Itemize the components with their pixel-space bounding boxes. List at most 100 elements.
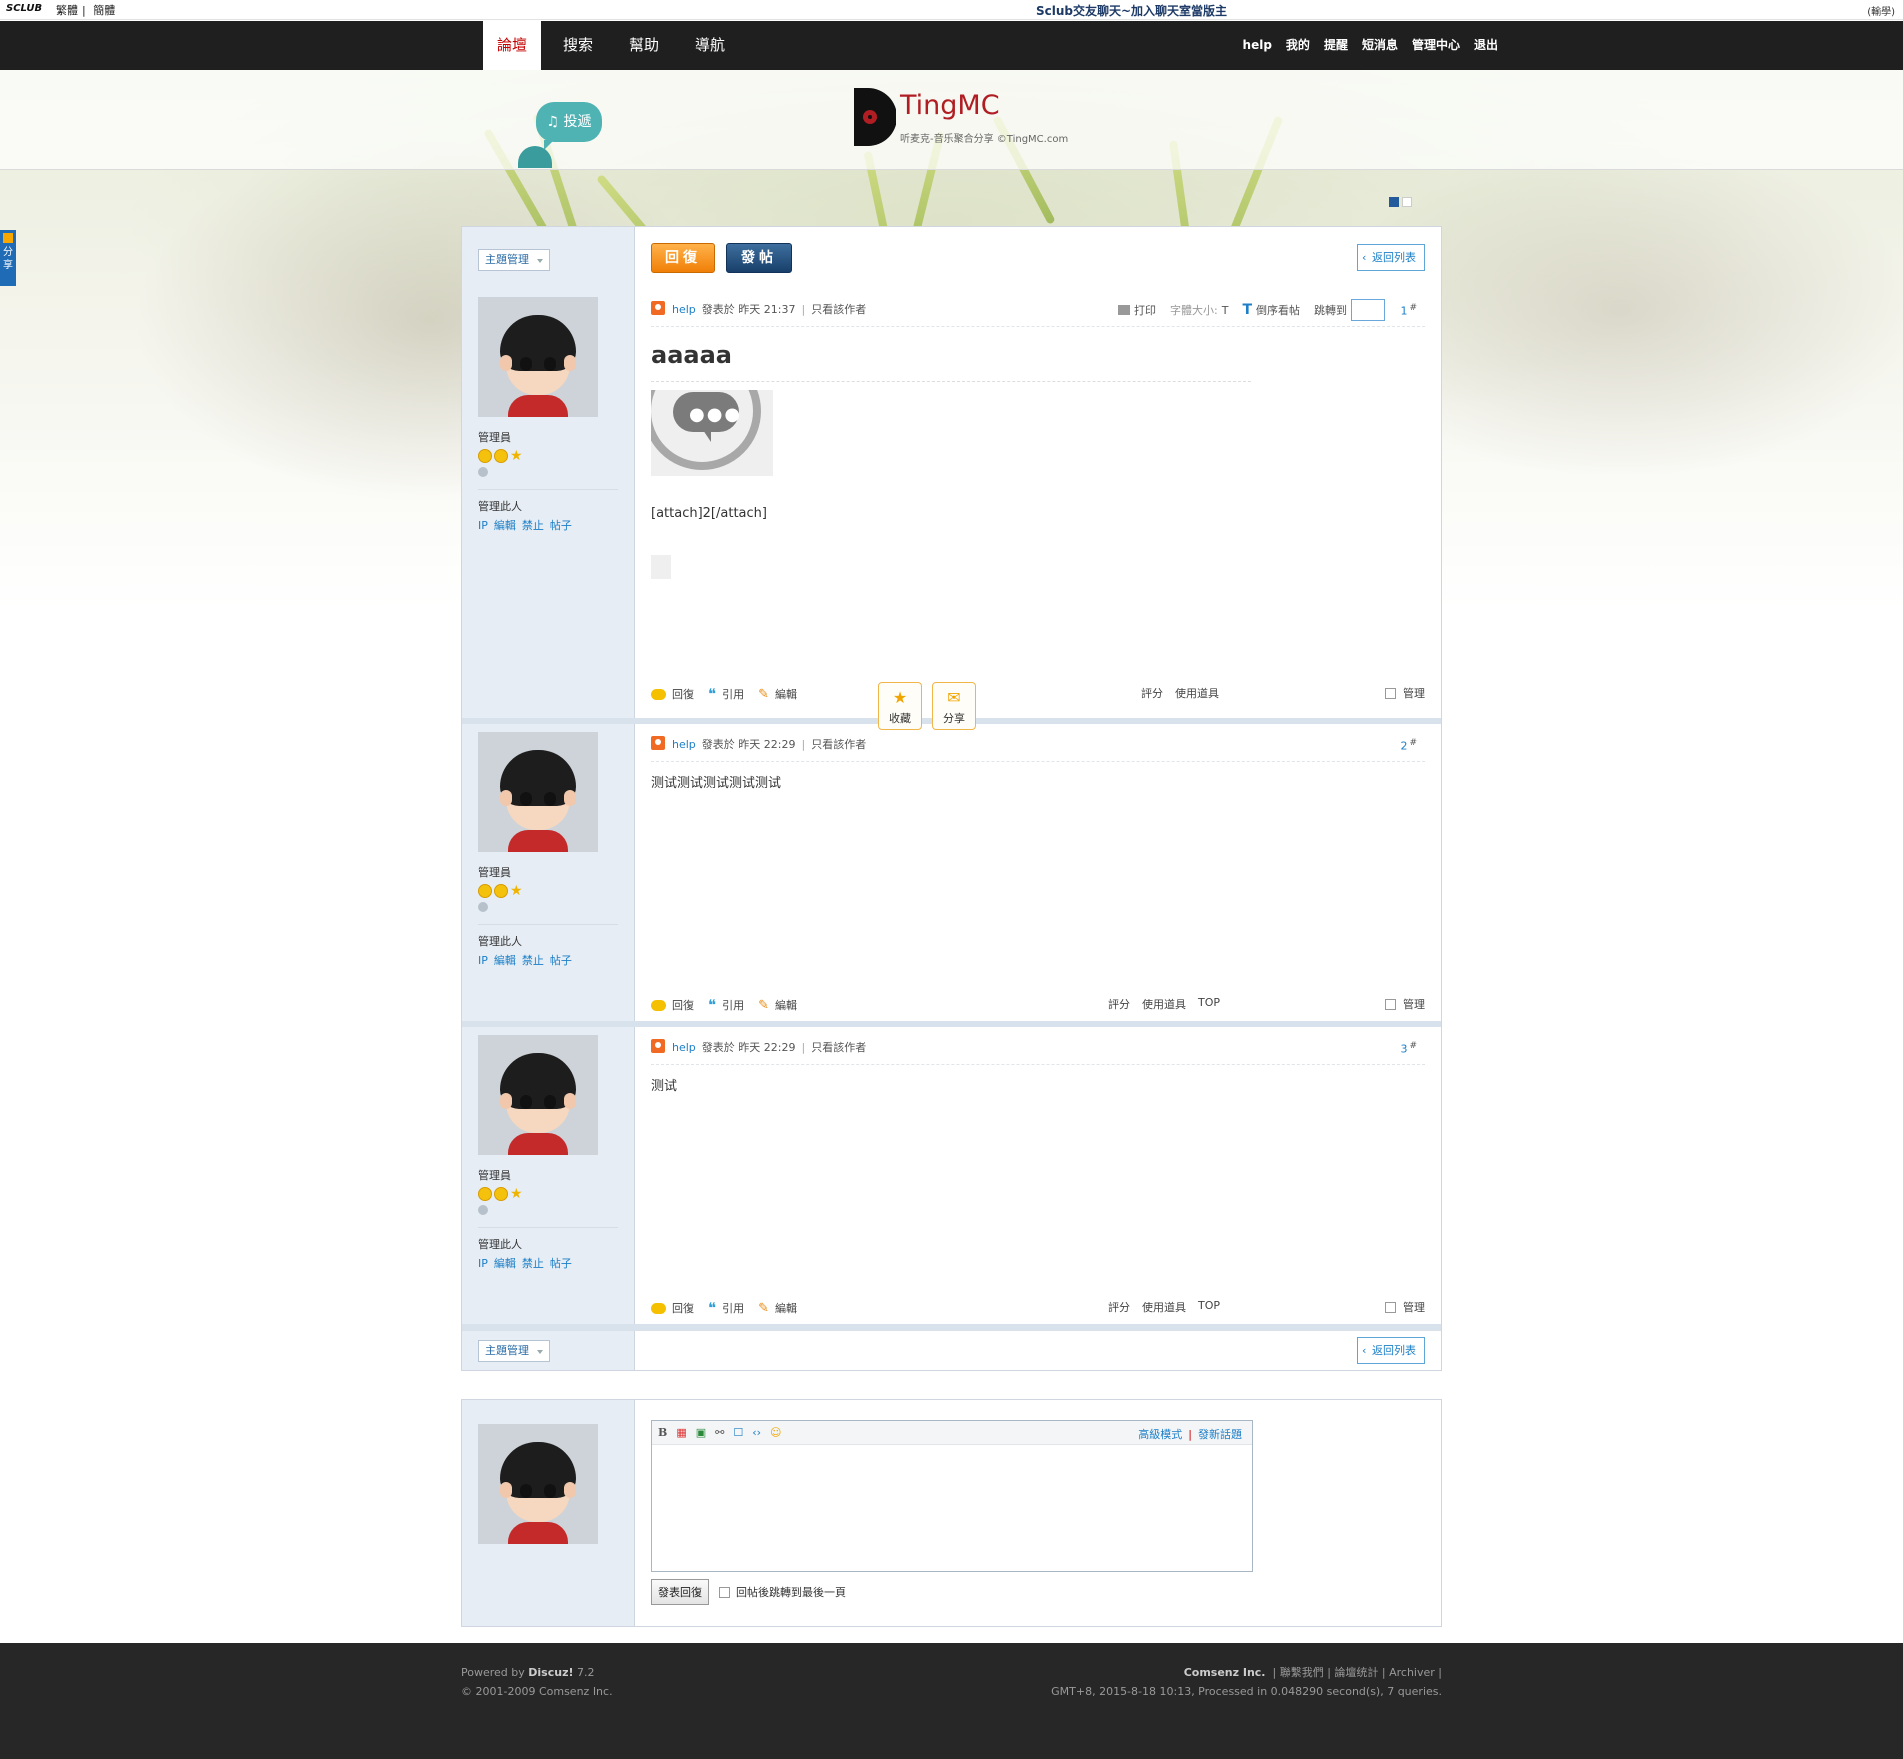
manage-posts-link[interactable]: 帖子: [550, 1257, 572, 1270]
post-floor[interactable]: 1 #: [1400, 303, 1417, 318]
thread-container: 主題管理 回復 發帖 返回列表 管理員 ★ 管理此人 IP編輯禁止: [461, 226, 1442, 1371]
company-link[interactable]: Comsenz Inc.: [1184, 1666, 1266, 1679]
font-size-toggle[interactable]: T: [1222, 304, 1229, 317]
only-author-link[interactable]: 只看該作者: [811, 738, 866, 751]
bold-icon[interactable]: B: [658, 1426, 667, 1439]
quote-box-icon[interactable]: ☐: [733, 1426, 743, 1439]
new-post-button[interactable]: 發帖: [726, 243, 792, 273]
sclub-logo[interactable]: SCLUB: [6, 3, 42, 14]
post-reply-link[interactable]: 回復: [651, 997, 694, 1013]
manage-ban-link[interactable]: 禁止: [522, 1257, 544, 1270]
back-to-list-button-bottom[interactable]: 返回列表: [1357, 1337, 1425, 1364]
post-floor[interactable]: 2 #: [1400, 738, 1417, 753]
manage-ip-link[interactable]: IP: [478, 519, 488, 532]
manage-user-links: IP 編輯 禁止 帖子: [478, 517, 618, 533]
use-tools-dropdown[interactable]: 使用道具: [1175, 685, 1219, 701]
manage-edit-link[interactable]: 編輯: [494, 1257, 516, 1270]
post-quote-link[interactable]: ❝ 引用: [708, 996, 744, 1014]
rate-link[interactable]: 評分: [1141, 685, 1163, 701]
reply-button[interactable]: 回復: [651, 243, 715, 273]
slider-dot-2[interactable]: [1402, 197, 1412, 207]
smiley-icon[interactable]: ☺: [770, 1426, 781, 1439]
image-icon[interactable]: ▣: [696, 1426, 706, 1439]
contact-link[interactable]: 聯繫我們: [1280, 1666, 1324, 1679]
slider-dot-1[interactable]: [1389, 197, 1399, 207]
manage-ip-link[interactable]: IP: [478, 1257, 488, 1270]
discuz-link[interactable]: Discuz!: [528, 1666, 573, 1679]
only-author-link[interactable]: 只看該作者: [811, 303, 866, 316]
only-author-link[interactable]: 只看該作者: [811, 1041, 866, 1054]
rank-face-icon: [478, 449, 492, 463]
post-reply-link[interactable]: 回復: [651, 1300, 694, 1316]
manage-edit-link[interactable]: 編輯: [494, 519, 516, 532]
post-edit-link[interactable]: ✎ 編輯: [758, 1300, 797, 1316]
reply-textarea[interactable]: [652, 1445, 1252, 1571]
topic-manage-dropdown[interactable]: 主題管理: [478, 249, 550, 271]
nav-search[interactable]: 搜索: [549, 21, 607, 70]
color-icon[interactable]: ▦: [676, 1426, 686, 1439]
post-floor[interactable]: 3 #: [1400, 1041, 1417, 1056]
nav-guide[interactable]: 導航: [681, 21, 739, 70]
use-tools-dropdown[interactable]: 使用道具: [1142, 1299, 1186, 1315]
reply-editor: B ▦ ▣ ⚯ ☐ ‹› ☺ 高級模式 | 發新話題: [651, 1420, 1253, 1572]
advanced-mode-link[interactable]: 高級模式: [1138, 1428, 1182, 1441]
jump-last-checkbox[interactable]: [719, 1586, 730, 1598]
manage-ban-link[interactable]: 禁止: [522, 954, 544, 967]
post-meta: help 發表於 昨天 22:29 | 只看該作者: [672, 738, 867, 751]
post-author-link[interactable]: help: [672, 738, 696, 751]
post-quote-link[interactable]: ❝ 引用: [708, 1299, 744, 1317]
post-edit-link[interactable]: ✎ 編輯: [758, 686, 797, 702]
avatar[interactable]: [478, 297, 598, 417]
avatar[interactable]: [478, 732, 598, 852]
topbar-right-text[interactable]: (輸學): [1867, 3, 1895, 18]
lang-simplified-link[interactable]: 簡體: [93, 4, 115, 17]
rate-link[interactable]: 評分: [1108, 1299, 1130, 1315]
post-reply-link[interactable]: 回復: [651, 686, 694, 702]
use-tools-dropdown[interactable]: 使用道具: [1142, 996, 1186, 1012]
avatar[interactable]: [478, 1035, 598, 1155]
my-avatar[interactable]: [478, 1424, 598, 1544]
post-author-link[interactable]: help: [672, 1041, 696, 1054]
nav-my[interactable]: 我的: [1286, 21, 1310, 70]
nav-reminders[interactable]: 提醒: [1324, 21, 1348, 70]
archiver-link[interactable]: Archiver: [1389, 1666, 1435, 1679]
nav-messages[interactable]: 短消息: [1362, 21, 1398, 70]
stats-link[interactable]: 論壇统計: [1334, 1666, 1378, 1679]
submit-reply-button[interactable]: 發表回復: [651, 1579, 709, 1605]
reverse-order-link[interactable]: T 倒序看帖: [1242, 302, 1300, 318]
lang-traditional-link[interactable]: 繁體: [56, 4, 78, 17]
rank-icons: ★: [478, 449, 618, 463]
nav-forum[interactable]: 論壇: [483, 21, 542, 70]
quote-icon: ❝: [708, 685, 717, 703]
top-link[interactable]: TOP: [1198, 996, 1220, 1012]
manage-ban-link[interactable]: 禁止: [522, 519, 544, 532]
share-side-tab[interactable]: 分享: [0, 230, 16, 286]
post-quote-link[interactable]: ❝ 引用: [708, 685, 744, 703]
top-link[interactable]: TOP: [1198, 1299, 1220, 1315]
post-author-link[interactable]: help: [672, 303, 696, 316]
manage-posts-link[interactable]: 帖子: [550, 954, 572, 967]
post-time: 發表於 昨天 22:29: [701, 1041, 796, 1054]
rate-link[interactable]: 評分: [1108, 996, 1130, 1012]
promo-link[interactable]: Sclub交友聊天~加入聊天室當版主: [1036, 2, 1227, 19]
manage-posts-link[interactable]: 帖子: [550, 519, 572, 532]
link-icon[interactable]: ⚯: [715, 1426, 724, 1439]
post-edit-link[interactable]: ✎ 編輯: [758, 997, 797, 1013]
nav-logout[interactable]: 退出: [1474, 21, 1498, 70]
manage-ip-link[interactable]: IP: [478, 954, 488, 967]
footer: Powered by Discuz! 7.2 © 2001-2009 Comse…: [0, 1643, 1903, 1759]
manage-checkbox[interactable]: [1385, 1301, 1396, 1313]
nav-username[interactable]: help: [1243, 21, 1272, 70]
new-topic-link[interactable]: 發新話題: [1198, 1428, 1242, 1441]
jump-input[interactable]: [1351, 299, 1385, 321]
print-link[interactable]: 打印: [1117, 302, 1156, 318]
manage-edit-link[interactable]: 編輯: [494, 954, 516, 967]
nav-help[interactable]: 幫助: [615, 21, 673, 70]
manage-checkbox[interactable]: [1385, 998, 1396, 1010]
back-to-list-button[interactable]: 返回列表: [1357, 244, 1425, 271]
topic-manage-dropdown-bottom[interactable]: 主題管理: [478, 1340, 550, 1362]
nav-admin-center[interactable]: 管理中心: [1412, 21, 1460, 70]
submit-music-bubble[interactable]: ♫ 投遞: [536, 102, 602, 150]
code-icon[interactable]: ‹›: [752, 1426, 761, 1439]
manage-checkbox[interactable]: [1385, 687, 1396, 699]
